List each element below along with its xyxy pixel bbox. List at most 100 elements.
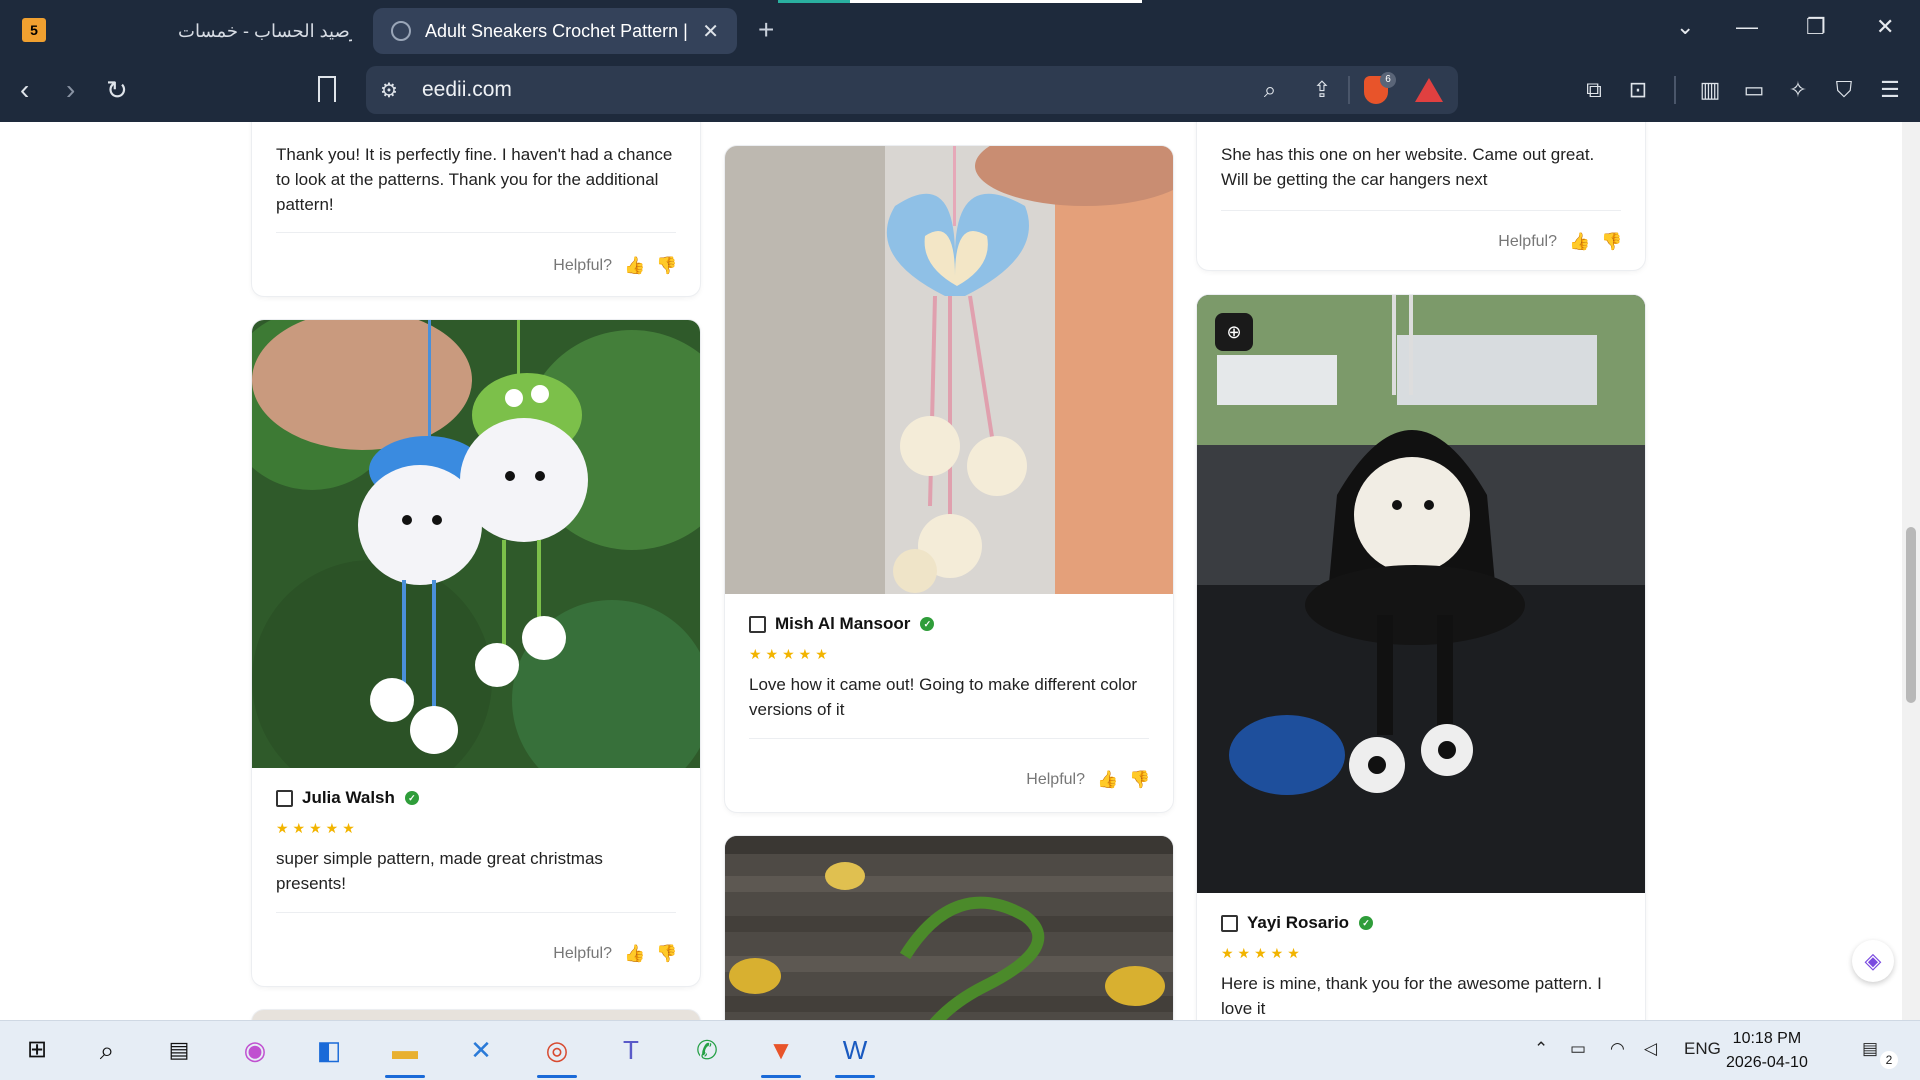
- scrollbar[interactable]: [1902, 122, 1920, 1020]
- review-card: Mish Al Mansoor ✓ ★★★★★ Love how it came…: [725, 146, 1173, 812]
- restore-button[interactable]: ❐: [1806, 14, 1826, 40]
- tab-list-dropdown-icon[interactable]: ⌄: [1676, 14, 1694, 40]
- divider: [276, 912, 676, 913]
- site-settings-icon[interactable]: ⚙: [380, 78, 398, 103]
- page-content: Thank you! It is perfectly fine. I haven…: [0, 122, 1902, 1020]
- divider: [1221, 210, 1621, 211]
- new-tab-button[interactable]: +: [758, 14, 774, 46]
- review-card-partial: [725, 836, 1173, 1020]
- menu-icon[interactable]: ☰: [1874, 74, 1906, 106]
- teams-icon[interactable]: T: [610, 1029, 652, 1071]
- review-text: She has this one on her website. Came ou…: [1221, 145, 1595, 189]
- thumbs-down-icon[interactable]: 👎: [1129, 770, 1150, 790]
- vpn-icon[interactable]: ⛉: [1828, 74, 1860, 106]
- review-card: She has this one on her website. Came ou…: [1197, 122, 1645, 270]
- zoom-out-icon[interactable]: ⌕: [1254, 74, 1286, 106]
- helpful-label: Helpful?: [553, 257, 612, 274]
- back-icon[interactable]: ‹: [20, 72, 29, 108]
- reviewer-name: Julia Walsh ✓: [276, 788, 419, 808]
- review-text: Thank you! It is perfectly fine. I haven…: [276, 145, 673, 214]
- review-card: ⊕ Yayi Rosario ✓ ★★★★★ Here is mine, tha…: [1197, 295, 1645, 1020]
- review-photo[interactable]: [252, 320, 700, 768]
- thumbs-down-icon[interactable]: 👎: [1601, 232, 1622, 252]
- word-icon[interactable]: W: [834, 1029, 876, 1071]
- helpful-controls: Helpful? 👍 👎: [1498, 232, 1622, 252]
- copilot-icon[interactable]: ◉: [234, 1029, 276, 1071]
- browser-toolbar: ‹ › ↻ ⚙ eedii.com ⌕ ⇪ 6 ⧉ ⊡ ▥ ▭ ✧ ⛉ ☰: [0, 60, 1920, 122]
- tab-title: رصيد الحساب - خمسات: [178, 20, 352, 41]
- task-view-icon[interactable]: ▤: [158, 1029, 200, 1071]
- search-icon[interactable]: ⌕: [86, 1029, 128, 1071]
- review-photo[interactable]: [725, 836, 1173, 1020]
- thumbs-up-icon[interactable]: 👍: [1097, 770, 1118, 790]
- chrome-icon[interactable]: ◎: [536, 1029, 578, 1071]
- show-hidden-icons-icon[interactable]: ⌃: [1534, 1039, 1548, 1059]
- review-text: super simple pattern, made great christm…: [276, 849, 603, 893]
- tab-title: Adult Sneakers Crochet Pattern |: [425, 20, 688, 41]
- tab-khamsat[interactable]: رصيد الحساب - خمسات: [160, 8, 370, 54]
- ai-assistant-icon[interactable]: ◈: [1852, 940, 1894, 982]
- share-icon[interactable]: ⇪: [1306, 74, 1338, 106]
- close-tab-icon[interactable]: ✕: [702, 19, 719, 44]
- address-bar[interactable]: ⚙ eedii.com ⌕ ⇪: [366, 66, 1458, 114]
- review-photo[interactable]: [725, 146, 1173, 594]
- thumbs-up-icon[interactable]: 👍: [624, 944, 645, 964]
- scroll-thumb[interactable]: [1906, 527, 1916, 703]
- helpful-label: Helpful?: [1498, 233, 1557, 250]
- reviewer-name: Mish Al Mansoor ✓: [749, 614, 935, 634]
- thumbs-up-icon[interactable]: 👍: [624, 256, 645, 276]
- thumbs-down-icon[interactable]: 👎: [656, 256, 677, 276]
- helpful-controls: Helpful? 👍 👎: [553, 944, 677, 964]
- active-indicator: [761, 1075, 801, 1078]
- file-explorer-icon[interactable]: ▬: [384, 1029, 426, 1071]
- thumbs-up-icon[interactable]: 👍: [1569, 232, 1590, 252]
- notification-count: 2: [1880, 1051, 1898, 1069]
- thumbs-down-icon[interactable]: 👎: [656, 944, 677, 964]
- leo-ai-icon[interactable]: ✧: [1782, 74, 1814, 106]
- language-indicator[interactable]: ENG: [1684, 1039, 1721, 1059]
- wallet-icon[interactable]: ▭: [1738, 74, 1770, 106]
- wifi-icon[interactable]: ◠: [1610, 1039, 1625, 1059]
- volume-icon[interactable]: ◁: [1644, 1039, 1657, 1059]
- star-rating: ★★★★★: [1221, 945, 1304, 961]
- notification-center-icon[interactable]: ▤: [1862, 1039, 1878, 1059]
- brave-rewards-icon[interactable]: [1415, 78, 1443, 102]
- bookmark-icon[interactable]: [318, 76, 336, 102]
- review-icon: [1221, 914, 1238, 932]
- globe-icon: [391, 21, 411, 41]
- minimize-button[interactable]: —: [1736, 14, 1758, 40]
- active-indicator: [835, 1075, 875, 1078]
- reload-icon[interactable]: ↻: [106, 72, 128, 108]
- divider: [276, 232, 676, 233]
- review-icon: [749, 615, 766, 633]
- close-window-button[interactable]: ✕: [1876, 14, 1894, 40]
- windows-start-icon[interactable]: ⊞: [16, 1029, 58, 1071]
- verified-badge-icon: ✓: [1359, 916, 1374, 930]
- helpful-controls: Helpful? 👍 👎: [553, 256, 677, 276]
- helpful-label: Helpful?: [1026, 771, 1085, 788]
- page-search-icon[interactable]: ⊡: [1622, 74, 1654, 106]
- star-rating: ★★★★★: [276, 820, 359, 836]
- extensions-icon[interactable]: ⧉: [1578, 74, 1610, 106]
- whatsapp-icon[interactable]: ✆: [686, 1029, 728, 1071]
- review-card: Julia Walsh ✓ ★★★★★ super simple pattern…: [252, 320, 700, 986]
- tab-count-badge[interactable]: 5: [22, 18, 46, 42]
- reviewer-name-text: Mish Al Mansoor: [775, 614, 911, 633]
- clock-time: 10:18 PM: [1732, 1030, 1802, 1047]
- sidebar-icon[interactable]: ▥: [1694, 74, 1726, 106]
- vscode-icon[interactable]: ✕: [460, 1029, 502, 1071]
- brave-icon[interactable]: ▼: [760, 1029, 802, 1071]
- forward-icon[interactable]: ›: [66, 72, 75, 108]
- review-photo[interactable]: [1197, 295, 1645, 893]
- url-text: eedii.com: [422, 78, 512, 101]
- battery-icon[interactable]: ▭: [1570, 1039, 1586, 1059]
- review-card: Thank you! It is perfectly fine. I haven…: [252, 122, 700, 296]
- tab-active[interactable]: Adult Sneakers Crochet Pattern | ✕: [373, 8, 737, 54]
- helpful-label: Helpful?: [553, 945, 612, 962]
- clock[interactable]: 10:18 PM 2026-04-10: [1726, 1027, 1808, 1075]
- reviewer-name: Yayi Rosario ✓: [1221, 913, 1374, 933]
- outlook-icon[interactable]: ◧: [308, 1029, 350, 1071]
- tab-progress-track: [850, 0, 1142, 3]
- media-badge-icon: ⊕: [1215, 313, 1253, 351]
- taskbar: ⊞ ⌕ ▤ ◉ ◧ ▬ ✕ ◎ T ✆ ▼ W ⌃ ▭ ◠ ◁ ENG 10:1…: [0, 1020, 1920, 1080]
